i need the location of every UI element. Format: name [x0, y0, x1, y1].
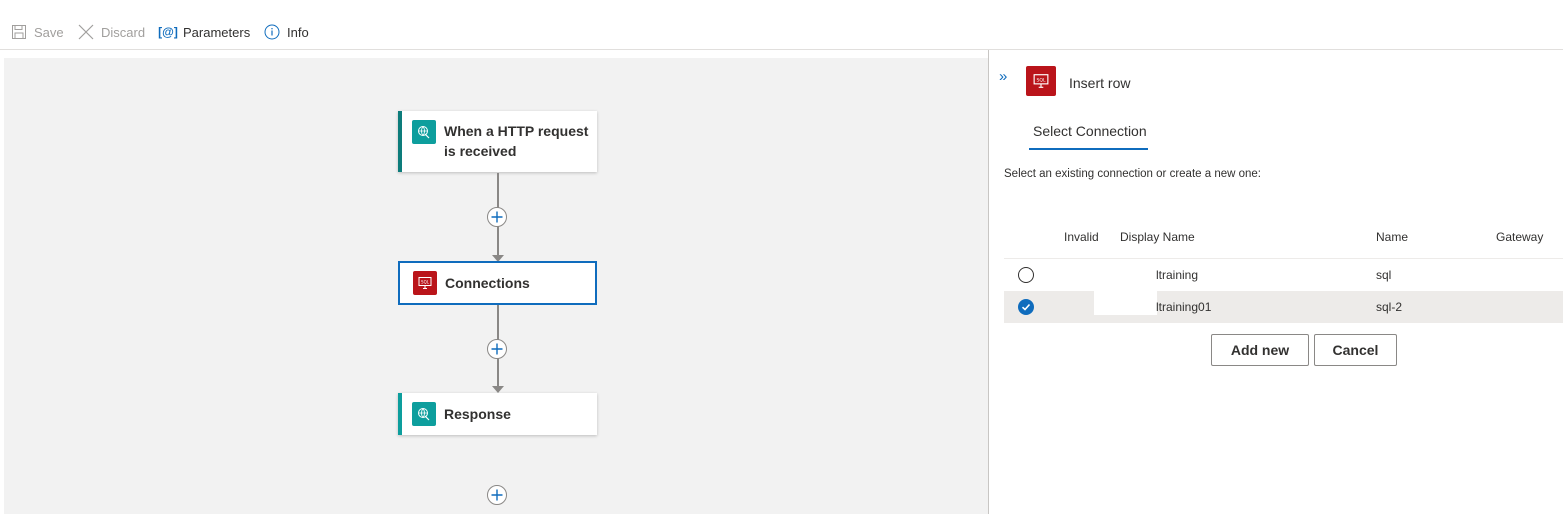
table-row-selected[interactable]: ltraining01 sql-2 [1004, 291, 1563, 323]
save-label: Save [34, 24, 64, 40]
parameters-button[interactable]: [@] Parameters [158, 22, 251, 42]
step-accent-stripe [398, 111, 402, 172]
save-icon [10, 23, 28, 41]
add-step-button[interactable] [487, 207, 507, 227]
column-header-invalid: Invalid [1064, 230, 1099, 244]
step-title: When a HTTP request is received [444, 121, 588, 161]
step-response[interactable]: Response [398, 393, 597, 435]
svg-text:SQL: SQL [421, 280, 430, 285]
parameters-label: Parameters [183, 24, 251, 40]
sql-icon: SQL [1026, 66, 1056, 96]
discard-label: Discard [101, 24, 146, 40]
column-header-name: Name [1376, 230, 1409, 244]
info-button[interactable]: Info [263, 22, 309, 42]
cancel-button[interactable]: Cancel [1314, 334, 1397, 366]
tab-select-connection[interactable]: Select Connection [1033, 123, 1147, 139]
plus-icon [491, 211, 503, 223]
step-http-trigger[interactable]: When a HTTP request is received [398, 111, 597, 172]
column-header-display-name: Display Name [1120, 230, 1195, 244]
panel-title: Insert row [1069, 75, 1131, 91]
display-name-mask [1094, 291, 1157, 315]
step-title-line2: is received [444, 143, 517, 159]
step-title-line1: When a HTTP request [444, 123, 589, 139]
step-connections[interactable]: SQL Connections [398, 261, 597, 305]
display-name-cell: ltraining01 [1156, 300, 1212, 314]
svg-text:SQL: SQL [1036, 78, 1045, 84]
info-label: Info [287, 24, 309, 40]
table-row[interactable]: ltraining sql [1004, 259, 1563, 291]
name-cell: sql [1376, 268, 1392, 282]
discard-button[interactable]: Discard [77, 22, 145, 42]
globe-icon [412, 120, 436, 144]
save-button[interactable]: Save [10, 22, 64, 42]
collapse-panel-chevron-icon[interactable]: » [999, 68, 1007, 85]
step-title: Response [444, 406, 511, 422]
tab-active-indicator [1029, 148, 1148, 150]
add-step-button[interactable] [487, 485, 507, 505]
name-cell: sql-2 [1376, 300, 1403, 314]
step-title: Connections [445, 275, 530, 291]
checkmark-icon [1021, 303, 1031, 311]
connection-radio-checked[interactable] [1018, 299, 1034, 315]
sql-icon: SQL [413, 271, 437, 295]
plus-icon [491, 343, 503, 355]
plus-icon [491, 489, 503, 501]
parameters-icon: [@] [158, 25, 178, 39]
connection-hint: Select an existing connection or create … [1004, 168, 1261, 180]
details-panel: » SQL Insert row Select Connection Selec… [989, 50, 1563, 514]
globe-icon [412, 402, 436, 426]
connection-radio[interactable] [1018, 267, 1034, 283]
display-name-cell: ltraining [1156, 268, 1199, 282]
toolbar: Save Discard [@] Parameters Info [0, 0, 1563, 50]
info-icon [263, 23, 281, 41]
arrow-down-icon [492, 386, 504, 393]
column-header-gateway: Gateway [1496, 230, 1544, 244]
close-icon [77, 23, 95, 41]
add-step-button[interactable] [487, 339, 507, 359]
step-accent-stripe [398, 393, 402, 435]
add-new-button[interactable]: Add new [1211, 334, 1309, 366]
